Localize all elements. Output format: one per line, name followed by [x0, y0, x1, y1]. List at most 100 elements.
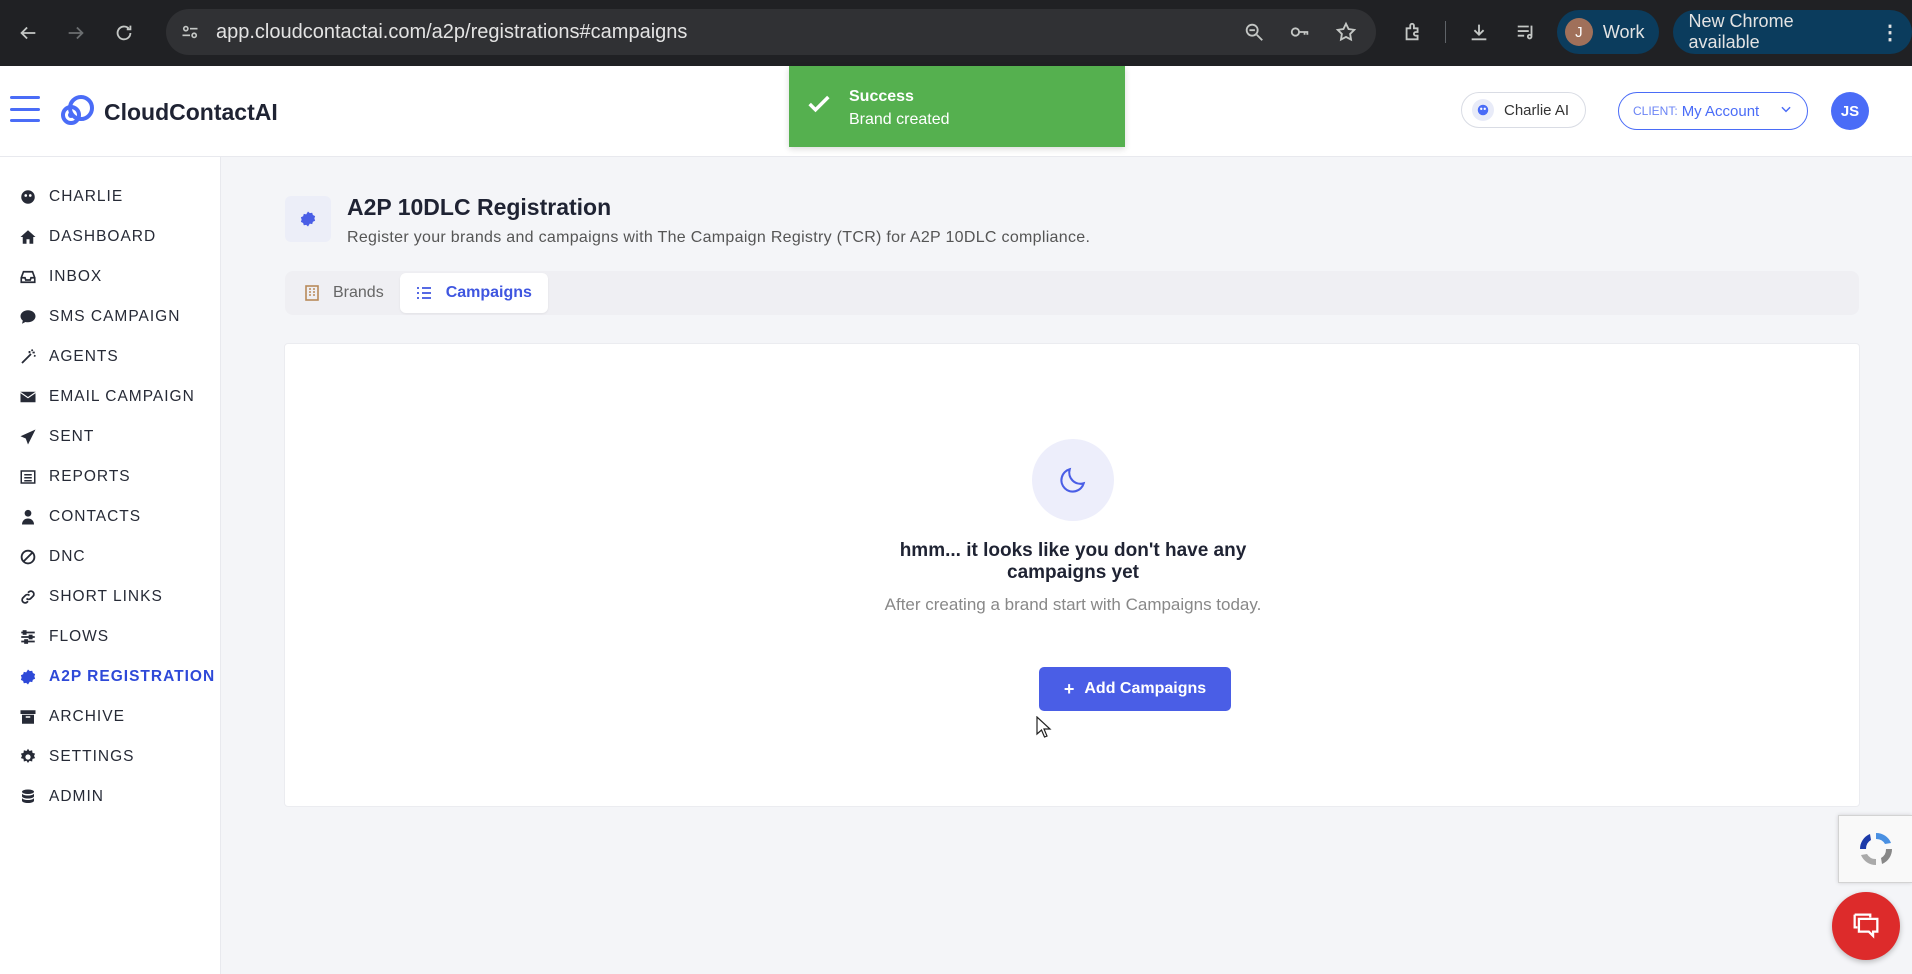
tab-brands[interactable]: Brands: [289, 273, 400, 313]
tab-label: Campaigns: [445, 284, 532, 301]
address-bar[interactable]: app.cloudcontactai.com/a2p/registrations…: [166, 9, 1376, 55]
extensions-icon[interactable]: [1392, 9, 1433, 55]
toast-message: Brand created: [849, 111, 950, 128]
list-icon: [19, 468, 37, 486]
client-selector[interactable]: CLIENT: My Account: [1618, 92, 1808, 130]
sidebar-item-charlie[interactable]: CHARLIE: [0, 177, 220, 217]
sidebar-item-contacts[interactable]: CONTACTS: [0, 497, 220, 537]
sidebar-item-agents[interactable]: AGENTS: [0, 337, 220, 377]
download-icon[interactable]: [1458, 9, 1499, 55]
sidebar-item-sent[interactable]: SENT: [0, 417, 220, 457]
arrow-left-icon: [20, 26, 36, 40]
profile-avatar: J: [1564, 18, 1593, 46]
client-name: My Account: [1681, 102, 1760, 120]
paper-plane-icon: [19, 428, 37, 446]
bookmark-star-icon[interactable]: [1328, 12, 1364, 52]
reload-icon: [116, 25, 132, 41]
building-icon: [305, 285, 319, 301]
charlie-ai-button[interactable]: Charlie AI: [1461, 92, 1587, 128]
sidebar-item-label: ARCHIVE: [49, 708, 125, 725]
chat-widget-button[interactable]: [1832, 892, 1900, 960]
charlie-icon: [1472, 99, 1494, 121]
charlie-icon: [19, 188, 37, 206]
profile-button[interactable]: J Work: [1556, 10, 1659, 54]
tab-label: Brands: [333, 284, 384, 301]
sidebar-item-label: REPORTS: [49, 468, 131, 485]
sidebar-item-dnc[interactable]: DNC: [0, 537, 220, 577]
logo-text: CloudContactAI: [104, 99, 278, 125]
arrow-right-icon: [68, 26, 84, 40]
recaptcha-icon: [1859, 832, 1892, 866]
sidebar-item-flows[interactable]: FLOWS: [0, 617, 220, 657]
toolbar-divider: [1445, 21, 1447, 43]
plus-icon: +: [1063, 678, 1075, 699]
sidebar-item-archive[interactable]: ARCHIVE: [0, 697, 220, 737]
magic-wand-icon: [19, 348, 37, 366]
sidebar-item-label: ADMIN: [49, 788, 104, 805]
toast-title: Success: [849, 88, 914, 105]
app-logo[interactable]: CloudContactAI: [58, 92, 278, 133]
profile-name: Work: [1602, 21, 1645, 42]
success-toast[interactable]: Success Brand created: [789, 66, 1125, 147]
password-key-icon[interactable]: [1282, 12, 1318, 52]
user-avatar[interactable]: JS: [1831, 92, 1869, 130]
url-text[interactable]: app.cloudcontactai.com/a2p/registrations…: [216, 21, 687, 44]
add-campaigns-button[interactable]: + Add Campaigns: [1039, 667, 1231, 711]
back-button[interactable]: [8, 13, 48, 53]
reload-button[interactable]: [104, 13, 144, 53]
check-icon: [808, 95, 830, 113]
database-icon: [19, 788, 37, 806]
page-header: A2P 10DLC Registration Register your bra…: [285, 192, 1090, 247]
chevron-down-icon: [1779, 102, 1793, 120]
sidebar-item-admin[interactable]: ADMIN: [0, 777, 220, 817]
page-title: A2P 10DLC Registration: [347, 194, 612, 220]
sidebar-item-settings[interactable]: SETTINGS: [0, 737, 220, 777]
empty-state-card: hmm... it looks like you don't have any …: [284, 343, 1860, 807]
client-prefix: CLIENT:: [1633, 104, 1678, 118]
sidebar-item-label: AGENTS: [49, 348, 119, 365]
inbox-icon: [19, 268, 37, 286]
gear-icon: [19, 748, 37, 766]
sidebar-item-sms-campaign[interactable]: SMS CAMPAIGN: [0, 297, 220, 337]
sidebar-item-a2p-registration[interactable]: A2P REGISTRATION: [0, 657, 220, 697]
chat-bubble-icon: [19, 308, 37, 326]
browser-toolbar: app.cloudcontactai.com/a2p/registrations…: [0, 0, 1912, 66]
chrome-update-button[interactable]: New Chrome available ⋮: [1672, 10, 1912, 54]
sidebar-item-dashboard[interactable]: DASHBOARD: [0, 217, 220, 257]
zoom-icon[interactable]: [1236, 12, 1272, 52]
moon-icon: [1032, 439, 1114, 521]
sidebar-item-label: DNC: [49, 548, 86, 565]
ban-icon: [19, 548, 37, 566]
mouse-cursor-icon: [1036, 716, 1052, 738]
add-campaigns-label: Add Campaigns: [1084, 680, 1207, 697]
empty-state-subtitle: After creating a brand start with Campai…: [884, 595, 1262, 614]
sidebar-item-label: EMAIL CAMPAIGN: [49, 388, 195, 405]
sidebar-item-reports[interactable]: REPORTS: [0, 457, 220, 497]
recaptcha-badge[interactable]: [1838, 815, 1912, 883]
list-icon: [416, 286, 432, 300]
sidebar-item-label: SENT: [49, 428, 95, 445]
sidebar-item-label: SMS CAMPAIGN: [49, 308, 181, 325]
forward-button[interactable]: [56, 13, 96, 53]
sidebar-item-short-links[interactable]: SHORT LINKS: [0, 577, 220, 617]
badge-icon: [19, 668, 37, 686]
menu-toggle-icon[interactable]: [10, 96, 40, 122]
tabs-bar: Brands Campaigns: [285, 271, 1859, 315]
charlie-label: Charlie AI: [1504, 101, 1570, 119]
page-subtitle: Register your brands and campaigns with …: [347, 229, 1091, 246]
tab-campaigns[interactable]: Campaigns: [399, 273, 548, 313]
envelope-icon: [19, 388, 37, 406]
site-info-icon[interactable]: [170, 12, 210, 52]
archive-icon: [19, 708, 37, 726]
media-controls-icon[interactable]: [1506, 9, 1547, 55]
sidebar-item-label: INBOX: [49, 268, 103, 285]
more-vert-icon: ⋮: [1880, 21, 1901, 44]
sidebar-item-inbox[interactable]: INBOX: [0, 257, 220, 297]
home-icon: [19, 228, 37, 246]
sidebar-item-label: DASHBOARD: [49, 228, 157, 245]
empty-state-title: hmm... it looks like you don't have any …: [899, 540, 1247, 583]
sidebar-item-email-campaign[interactable]: EMAIL CAMPAIGN: [0, 377, 220, 417]
sidebar-item-label: FLOWS: [49, 628, 110, 645]
cloud-logo-icon: [58, 92, 98, 133]
chrome-update-label: New Chrome available: [1688, 11, 1794, 52]
